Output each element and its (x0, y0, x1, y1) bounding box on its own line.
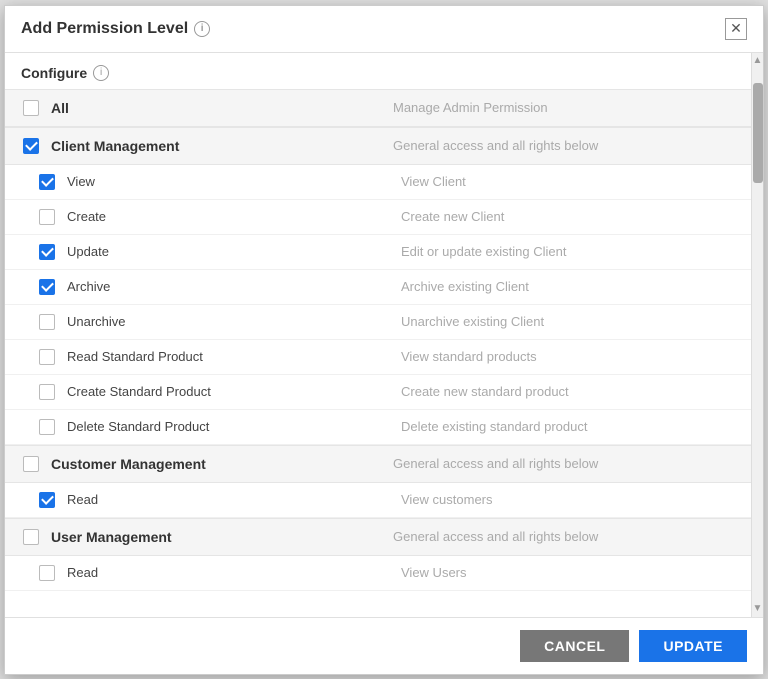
dialog-body: Configure i All Manage Admin Permission … (5, 53, 763, 617)
group-user-management: User Management General access and all r… (5, 518, 751, 556)
create-standard-label: Create Standard Product (67, 384, 401, 399)
configure-section: Configure i (5, 65, 751, 89)
configure-info-icon[interactable]: i (93, 65, 109, 81)
archive-label: Archive (67, 279, 401, 294)
title-info-icon[interactable]: i (194, 21, 210, 37)
update-button[interactable]: UPDATE (639, 630, 747, 662)
user-management-label: User Management (51, 529, 393, 545)
update-desc: Edit or update existing Client (401, 244, 735, 259)
read-standard-checkbox[interactable] (37, 347, 57, 367)
archive-desc: Archive existing Client (401, 279, 735, 294)
update-label: Update (67, 244, 401, 259)
read-customers-desc: View customers (401, 492, 735, 507)
delete-standard-desc: Delete existing standard product (401, 419, 735, 434)
permission-read-standard: Read Standard Product View standard prod… (5, 340, 751, 375)
add-permission-dialog: Add Permission Level i ✕ Configure i All… (4, 5, 764, 675)
close-button[interactable]: ✕ (725, 18, 747, 40)
dialog-header: Add Permission Level i ✕ (5, 6, 763, 53)
unarchive-label: Unarchive (67, 314, 401, 329)
dialog-footer: CANCEL UPDATE (5, 617, 763, 674)
permission-unarchive: Unarchive Unarchive existing Client (5, 305, 751, 340)
permission-read-customers: Read View customers (5, 483, 751, 518)
client-management-label: Client Management (51, 138, 393, 154)
permission-read-users: Read View Users (5, 556, 751, 591)
view-checkbox[interactable] (37, 172, 57, 192)
read-users-desc: View Users (401, 565, 735, 580)
read-users-checkbox[interactable] (37, 563, 57, 583)
dialog-title-text: Add Permission Level (21, 20, 188, 38)
client-management-desc: General access and all rights below (393, 138, 735, 153)
customer-management-label: Customer Management (51, 456, 393, 472)
view-label: View (67, 174, 401, 189)
group-all: All Manage Admin Permission (5, 89, 751, 127)
create-standard-checkbox[interactable] (37, 382, 57, 402)
delete-standard-checkbox[interactable] (37, 417, 57, 437)
dialog-title: Add Permission Level i (21, 20, 210, 38)
read-users-label: Read (67, 565, 401, 580)
view-desc: View Client (401, 174, 735, 189)
permission-create: Create Create new Client (5, 200, 751, 235)
all-label: All (51, 100, 393, 116)
create-standard-desc: Create new standard product (401, 384, 735, 399)
user-management-checkbox[interactable] (21, 527, 41, 547)
delete-standard-label: Delete Standard Product (67, 419, 401, 434)
create-label: Create (67, 209, 401, 224)
read-standard-label: Read Standard Product (67, 349, 401, 364)
customer-management-desc: General access and all rights below (393, 456, 735, 471)
user-management-desc: General access and all rights below (393, 529, 735, 544)
scroll-down-arrow[interactable]: ▼ (752, 601, 763, 617)
scrollbar[interactable]: ▲ ▼ (751, 53, 763, 617)
create-checkbox[interactable] (37, 207, 57, 227)
group-customer-management: Customer Management General access and a… (5, 445, 751, 483)
archive-checkbox[interactable] (37, 277, 57, 297)
configure-label: Configure (21, 65, 87, 81)
permission-delete-standard: Delete Standard Product Delete existing … (5, 410, 751, 445)
read-customers-label: Read (67, 492, 401, 507)
permission-create-standard: Create Standard Product Create new stand… (5, 375, 751, 410)
group-client-management: Client Management General access and all… (5, 127, 751, 165)
update-checkbox[interactable] (37, 242, 57, 262)
create-desc: Create new Client (401, 209, 735, 224)
permission-archive: Archive Archive existing Client (5, 270, 751, 305)
cancel-button[interactable]: CANCEL (520, 630, 629, 662)
all-checkbox[interactable] (21, 98, 41, 118)
content-area: Configure i All Manage Admin Permission … (5, 53, 751, 617)
customer-management-checkbox[interactable] (21, 454, 41, 474)
read-customers-checkbox[interactable] (37, 490, 57, 510)
unarchive-checkbox[interactable] (37, 312, 57, 332)
scrollbar-thumb[interactable] (753, 83, 763, 183)
client-management-checkbox[interactable] (21, 136, 41, 156)
unarchive-desc: Unarchive existing Client (401, 314, 735, 329)
permission-update: Update Edit or update existing Client (5, 235, 751, 270)
permission-view: View View Client (5, 165, 751, 200)
read-standard-desc: View standard products (401, 349, 735, 364)
scroll-up-arrow[interactable]: ▲ (752, 53, 763, 69)
all-desc: Manage Admin Permission (393, 100, 735, 115)
